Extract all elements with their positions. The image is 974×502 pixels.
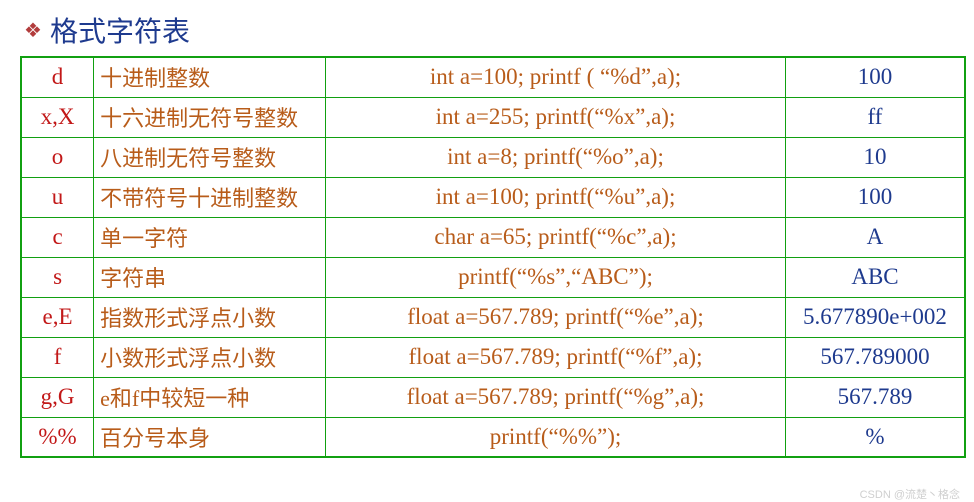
format-description: 十进制整数 (94, 57, 326, 97)
example-code: printf(“%s”,“ABC”); (326, 257, 786, 297)
format-spec: d (21, 57, 94, 97)
format-table: d十进制整数int a=100; printf ( “%d”,a);100x,X… (20, 56, 966, 458)
example-code: float a=567.789; printf(“%f”,a); (326, 337, 786, 377)
format-spec: f (21, 337, 94, 377)
example-output: 567.789 (785, 377, 965, 417)
title-row: ❖ 格式字符表 (24, 10, 964, 50)
format-spec: u (21, 177, 94, 217)
example-code: int a=100; printf ( “%d”,a); (326, 57, 786, 97)
example-output: 100 (785, 57, 965, 97)
format-spec: e,E (21, 297, 94, 337)
example-code: int a=8; printf(“%o”,a); (326, 137, 786, 177)
example-output: A (785, 217, 965, 257)
format-spec: g,G (21, 377, 94, 417)
format-spec: s (21, 257, 94, 297)
table-row: %%百分号本身printf(“%%”);% (21, 417, 965, 457)
table-row: d十进制整数int a=100; printf ( “%d”,a);100 (21, 57, 965, 97)
table-row: u不带符号十进制整数int a=100; printf(“%u”,a);100 (21, 177, 965, 217)
table-row: o八进制无符号整数int a=8; printf(“%o”,a);10 (21, 137, 965, 177)
example-code: int a=100; printf(“%u”,a); (326, 177, 786, 217)
format-description: 小数形式浮点小数 (94, 337, 326, 377)
format-spec: c (21, 217, 94, 257)
table-row: f小数形式浮点小数float a=567.789; printf(“%f”,a)… (21, 337, 965, 377)
format-spec: x,X (21, 97, 94, 137)
table-row: x,X十六进制无符号整数int a=255; printf(“%x”,a);ff (21, 97, 965, 137)
table-row: c单一字符char a=65; printf(“%c”,a);A (21, 217, 965, 257)
table-row: g,Ge和f中较短一种float a=567.789; printf(“%g”,… (21, 377, 965, 417)
format-description: e和f中较短一种 (94, 377, 326, 417)
page-title: 格式字符表 (50, 10, 190, 50)
format-description: 十六进制无符号整数 (94, 97, 326, 137)
example-output: % (785, 417, 965, 457)
format-description: 百分号本身 (94, 417, 326, 457)
format-description: 指数形式浮点小数 (94, 297, 326, 337)
format-spec: o (21, 137, 94, 177)
example-output: 5.677890e+002 (785, 297, 965, 337)
example-output: 10 (785, 137, 965, 177)
example-output: ABC (785, 257, 965, 297)
example-code: printf(“%%”); (326, 417, 786, 457)
format-description: 单一字符 (94, 217, 326, 257)
example-output: 100 (785, 177, 965, 217)
bullet-icon: ❖ (24, 18, 42, 43)
format-description: 字符串 (94, 257, 326, 297)
format-description: 不带符号十进制整数 (94, 177, 326, 217)
example-output: ff (785, 97, 965, 137)
table-row: e,E指数形式浮点小数float a=567.789; printf(“%e”,… (21, 297, 965, 337)
example-code: float a=567.789; printf(“%e”,a); (326, 297, 786, 337)
format-spec: %% (21, 417, 94, 457)
example-code: float a=567.789; printf(“%g”,a); (326, 377, 786, 417)
format-description: 八进制无符号整数 (94, 137, 326, 177)
example-output: 567.789000 (785, 337, 965, 377)
example-code: int a=255; printf(“%x”,a); (326, 97, 786, 137)
table-row: s字符串printf(“%s”,“ABC”);ABC (21, 257, 965, 297)
example-code: char a=65; printf(“%c”,a); (326, 217, 786, 257)
